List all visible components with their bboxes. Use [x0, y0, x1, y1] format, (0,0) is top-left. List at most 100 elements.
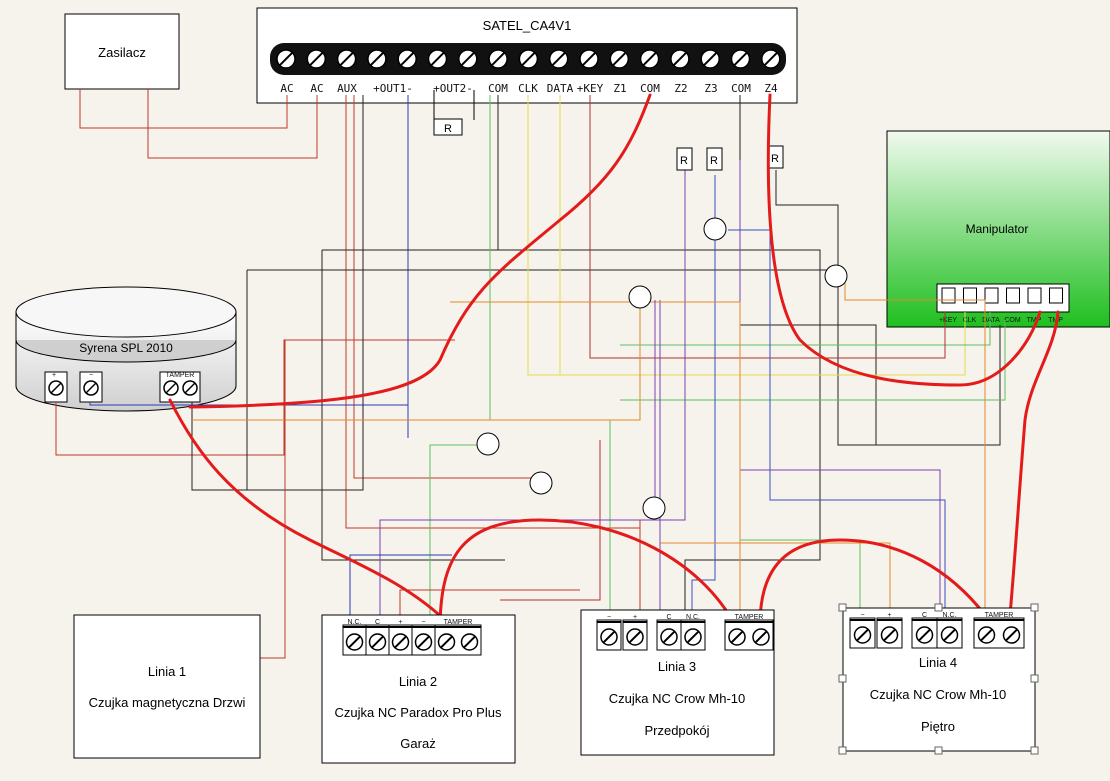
- keypad-terminal-label: +KEY: [939, 317, 957, 324]
- line3-title: Linia 3: [658, 659, 696, 674]
- detector-terminal-label: C: [375, 619, 380, 626]
- detector-terminal-label: +: [887, 612, 891, 619]
- svg-text:TAMPER: TAMPER: [166, 372, 195, 379]
- keypad-terminal-label: COM: [1004, 317, 1021, 324]
- line3-place: Przedpokój: [644, 723, 709, 738]
- panel-terminal-label: Z1: [613, 82, 626, 95]
- detector-terminal-label: C: [666, 614, 671, 621]
- panel-screw: [336, 49, 357, 69]
- line4-title: Linia 4: [919, 655, 957, 670]
- panel-terminal-label: AC: [310, 82, 323, 95]
- line4-box: − + C N.C. TAMPER Linia 4 Czujka NC Crow Mh-…: [838, 603, 1039, 755]
- panel-terminal-label: COM: [488, 82, 508, 95]
- panel-terminal-label: Z4: [764, 82, 778, 95]
- panel-terminal-label: Z2: [674, 82, 687, 95]
- detector-terminal-label: −: [860, 612, 864, 619]
- detector-terminal-screw: [915, 626, 934, 644]
- power-supply: Zasilacz: [64, 13, 180, 90]
- resistor-label: R: [444, 123, 452, 135]
- panel-screw: [458, 49, 478, 69]
- siren-plus-terminal: +: [44, 371, 68, 403]
- detector-terminal-screw: [391, 633, 410, 651]
- panel-screw: [639, 49, 660, 69]
- panel-screw: [730, 49, 751, 69]
- svg-text:R: R: [680, 155, 688, 167]
- siren-tamper-terminal: TAMPER: [159, 371, 201, 403]
- detector-terminal-screw: [1002, 626, 1021, 644]
- detector-terminal-screw: [752, 628, 770, 646]
- junctions: [476, 217, 848, 520]
- panel-terminal-label: +KEY: [577, 82, 604, 95]
- panel-terminal-label: +OUT2-: [433, 82, 473, 95]
- panel-screw: [367, 49, 387, 69]
- panel-terminal-label: COM: [731, 82, 751, 95]
- detector-terminal-label: −: [607, 614, 611, 621]
- siren: Syrena SPL 2010 + − TAMPER: [15, 286, 237, 412]
- panel-terminal-label: COM: [640, 82, 660, 95]
- detector-terminal-screw: [940, 626, 959, 644]
- panel-terminal-label: Z3: [704, 82, 717, 95]
- detector-terminal-label: N.C.: [686, 614, 700, 621]
- alarm-panel: SATEL_CA4V1 AC AC AUX +OUT1- +OUT2- COM CLK DAT…: [256, 7, 798, 104]
- line2-place: Garaż: [400, 736, 435, 751]
- detector-terminal-label: +: [398, 619, 402, 626]
- line2-title: Linia 2: [399, 674, 437, 689]
- panel-screw: [397, 49, 417, 69]
- detector-terminal-label: N.C.: [348, 619, 362, 626]
- panel-screw: [518, 49, 539, 69]
- line3-box: − + C N.C. TAMPER Linia 3 Czujka NC Crow Mh-…: [580, 609, 775, 756]
- siren-label: Syrena SPL 2010: [79, 341, 173, 355]
- detector-terminal-screw: [728, 628, 746, 646]
- panel-screw: [276, 49, 296, 69]
- panel-terminal-label: +OUT1-: [373, 82, 413, 95]
- svg-text:+: +: [52, 372, 56, 379]
- detector-terminal-label: TAMPER: [985, 612, 1014, 619]
- detector-terminal-screw: [600, 628, 618, 646]
- panel-screw: [488, 49, 508, 69]
- detector-terminal-screw: [660, 628, 678, 646]
- detector-terminal-label: TAMPER: [444, 619, 473, 626]
- line4-desc: Czujka NC Crow Mh-10: [870, 687, 1007, 702]
- detector-terminal-screw: [626, 628, 644, 646]
- line1-title: Linia 1: [148, 664, 186, 679]
- line1-box: Linia 1 Czujka magnetyczna Drzwi: [73, 614, 261, 759]
- detector-terminal-screw: [880, 626, 899, 644]
- panel-screw: [579, 49, 599, 69]
- line3-desc: Czujka NC Crow Mh-10: [609, 691, 746, 706]
- detector-terminal-label: +: [633, 614, 637, 621]
- panel-terminal-label: DATA: [547, 82, 574, 95]
- panel-screw: [427, 49, 448, 69]
- keypad-label: Manipulator: [966, 222, 1029, 236]
- detector-terminal-label: N.C.: [943, 612, 957, 619]
- panel-screw: [761, 49, 781, 69]
- wiring-diagram: Zasilacz SATEL_CA4V1 AC AC AUX +OUT1- +OUT2-…: [15, 7, 1110, 764]
- detector-terminal-screw: [977, 626, 996, 644]
- siren-minus-terminal: −: [79, 371, 103, 403]
- panel-screw: [609, 49, 630, 69]
- panel-terminal-label: CLK: [518, 82, 538, 95]
- detector-terminal-screw: [345, 633, 364, 651]
- svg-text:R: R: [771, 153, 779, 165]
- line4-place: Piętro: [921, 719, 955, 734]
- keypad: Manipulator +KEY CLK DATA COM TMP TMP: [886, 130, 1110, 328]
- panel-screw: [548, 49, 569, 69]
- panel-screw: [670, 49, 690, 69]
- svg-text:R: R: [710, 155, 718, 167]
- panel-screw: [306, 49, 327, 69]
- line2-desc: Czujka NC Paradox Pro Plus: [335, 705, 502, 720]
- line2-box: N.C. C + − TAMPER Linia 2 Czujka NC Paradox …: [321, 614, 516, 764]
- panel-terminal-screws: [276, 49, 781, 69]
- detector-terminal-screw: [684, 628, 702, 646]
- detector-terminal-screw: [853, 626, 872, 644]
- svg-text:−: −: [89, 372, 93, 379]
- line1-desc: Czujka magnetyczna Drzwi: [89, 695, 246, 710]
- power-supply-label: Zasilacz: [98, 45, 146, 60]
- detector-terminal-screw: [368, 633, 387, 651]
- detector-terminal-label: −: [421, 619, 425, 626]
- panel-screw: [700, 49, 720, 69]
- panel-terminal-label: AC: [280, 82, 293, 95]
- detector-terminal-screw: [460, 633, 479, 651]
- detector-terminal-label: TAMPER: [735, 614, 764, 621]
- panel-terminal-label: AUX: [337, 82, 357, 95]
- panel-title: SATEL_CA4V1: [483, 18, 572, 33]
